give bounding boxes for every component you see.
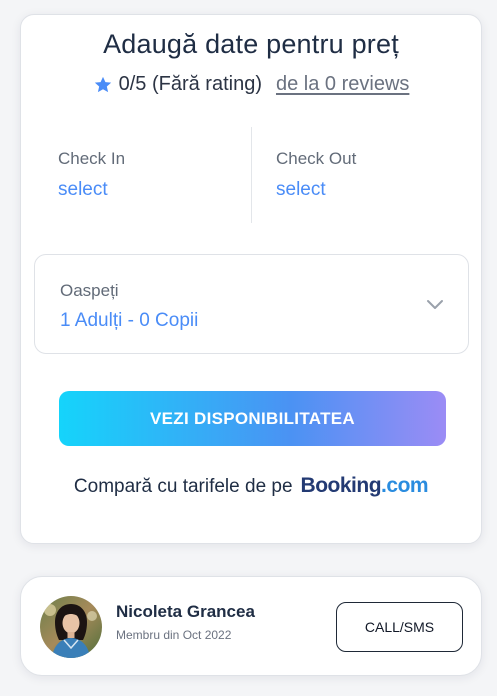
avatar-image [40,596,102,658]
reviews-link[interactable]: de la 0 reviews [276,73,409,96]
check-out-select[interactable]: select [276,179,356,201]
booking-logo-tld: com [386,474,429,497]
guests-label: Oaspeți [60,281,119,300]
guests-dropdown[interactable]: Oaspeți 1 Adulți - 0 Copii [34,254,469,354]
host-name: Nicoleta Grancea [116,602,255,621]
check-out-label: Check Out [276,149,357,168]
host-card: Nicoleta Grancea Membru din Oct 2022 CAL… [20,576,482,676]
check-in-label: Check In [58,149,126,168]
check-in-field[interactable]: Check In select [58,149,125,201]
price-card: Adaugă date pentru preț 0/5 (Fără rating… [20,14,482,544]
star-icon [94,76,111,92]
booking-logo[interactable]: Booking.com [301,474,429,498]
host-member-since: Membru din Oct 2022 [116,628,232,642]
check-in-select[interactable]: select [58,179,125,201]
check-out-field[interactable]: Check Out select [276,149,356,201]
date-divider [251,127,252,223]
price-card-title: Adaugă date pentru preț [103,29,399,59]
avatar [40,596,102,658]
check-availability-button[interactable]: VEZI DISPONIBILITATEA [59,391,446,446]
booking-logo-main: Booking [300,474,382,497]
call-sms-button[interactable]: CALL/SMS [336,602,463,652]
compare-row: Compară cu tarifele de pe Booking.com [21,474,481,498]
chevron-down-icon [427,300,443,309]
guests-value: 1 Adulți - 0 Copii [60,310,199,331]
rating-row: 0/5 (Fără rating) de la 0 reviews [21,73,481,96]
rating-text: 0/5 (Fără rating) [118,73,262,95]
compare-text: Compară cu tarifele de pe [73,476,293,497]
